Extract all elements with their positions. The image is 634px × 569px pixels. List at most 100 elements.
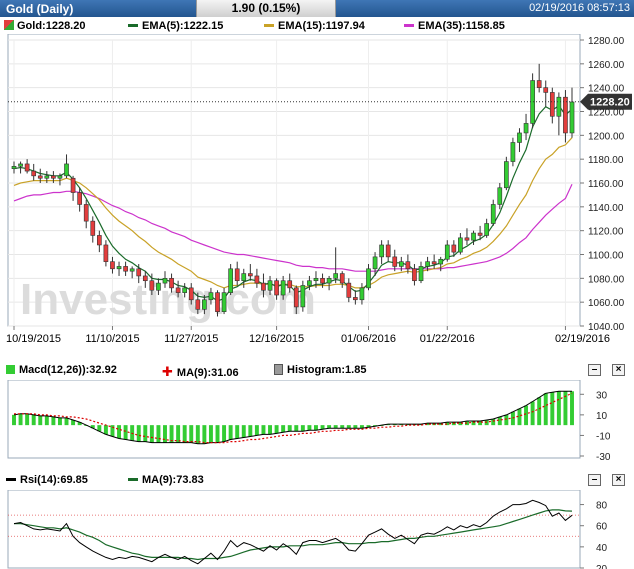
candle-body	[464, 237, 470, 241]
macd-minimize-button[interactable]: –	[588, 364, 601, 376]
macd-bar	[537, 397, 542, 426]
macd-bar	[117, 425, 122, 439]
macd-bar	[556, 391, 561, 426]
macd-close-button[interactable]: ×	[612, 364, 625, 376]
price-tick-label: 1220.00	[588, 108, 625, 119]
candle-body	[156, 282, 161, 291]
price-axis: 1040.00 1060.00 1080.00 1100.00 1120.00 1140.…	[580, 36, 625, 333]
candle-body	[280, 280, 286, 296]
candle-body	[484, 223, 489, 236]
rsi-axis: 80 60 40 20	[580, 501, 608, 569]
candle-body	[359, 287, 365, 301]
candle-body	[90, 220, 96, 236]
candle-body	[326, 278, 332, 284]
candle-body	[497, 187, 503, 205]
date-tick-label: 12/16/2015	[249, 333, 304, 345]
macd-swatch-icon	[6, 364, 15, 374]
price-tick-label: 1140.00	[588, 203, 624, 214]
macd-legend: Macd(12,26)):32.92 ✚ MA(9):31.06 Histogra…	[0, 362, 634, 379]
candle-body	[477, 232, 483, 236]
macd-bar	[143, 425, 148, 442]
macd-panel[interactable]: 30 10 -10 -30	[0, 380, 632, 460]
rsi-close-button[interactable]: ×	[612, 474, 625, 486]
macd-bar	[524, 405, 529, 426]
candle-body	[103, 244, 109, 262]
legend-macd-ma: ✚ MA(9):31.06	[162, 364, 239, 379]
candle-body	[274, 280, 279, 296]
macd-bar	[51, 416, 56, 426]
ema5-swatch-icon	[128, 23, 138, 27]
candle-body	[300, 285, 306, 308]
macd-bar	[31, 414, 36, 426]
rsi-panel[interactable]: 80 60 40 20	[0, 490, 632, 569]
macd-bar	[103, 425, 108, 435]
candle-body	[123, 266, 128, 272]
candle-body	[536, 80, 542, 88]
macd-bar	[274, 425, 279, 434]
date-axis: 10/19/2015 11/10/2015 11/27/2015 12/16/2015…	[6, 326, 610, 345]
candle-body	[523, 123, 529, 134]
candle-body	[549, 92, 555, 117]
candle-body	[444, 244, 450, 260]
candle-body	[379, 244, 384, 258]
macd-chart[interactable]: 30 10 -10 -30	[0, 380, 632, 460]
candle-body	[97, 235, 102, 246]
candle-body	[530, 80, 535, 124]
macd-bar	[215, 425, 220, 443]
legend-macd: Macd(12,26)):32.92	[6, 364, 117, 376]
rsi-minimize-button[interactable]: –	[588, 474, 601, 486]
price-change: 1.90 (0.15%)	[196, 0, 336, 17]
candle-body	[569, 101, 575, 134]
candle-body	[208, 292, 214, 301]
macd-bar	[530, 401, 535, 426]
candle-body	[392, 256, 398, 267]
main-legend: Gold:1228.20 EMA(5):1222.15 EMA(15):1197…	[0, 18, 634, 34]
ema15-swatch-icon	[264, 23, 274, 27]
rsi-tick-label: 60	[596, 522, 608, 533]
candle-body	[18, 163, 23, 167]
candle-body	[228, 268, 233, 293]
legend-rsi: Rsi(14):69.85	[6, 474, 88, 486]
macd-tick-label: -30	[596, 452, 611, 460]
macd-bar	[208, 425, 213, 443]
candle-body	[556, 96, 562, 117]
price-tick-label: 1160.00	[588, 179, 624, 190]
candle-body	[543, 87, 549, 93]
macd-bar	[222, 425, 227, 442]
candle-body	[458, 237, 463, 253]
candle-body	[405, 261, 411, 270]
instrument-title: Gold (Daily)	[6, 2, 74, 16]
macd-bar	[504, 414, 509, 426]
candle-body	[398, 261, 404, 267]
macd-bar	[491, 418, 496, 426]
macd-bar	[228, 425, 233, 440]
price-tick-label: 1100.00	[588, 251, 624, 262]
rsi-chart[interactable]: 80 60 40 20	[0, 490, 632, 569]
date-tick-label: 11/27/2015	[164, 333, 218, 345]
price-tick-label: 1240.00	[588, 84, 625, 95]
date-tick-label: 01/06/2016	[341, 333, 396, 345]
gold-swatch-icon	[4, 20, 14, 31]
price-tick-label: 1060.00	[588, 298, 625, 309]
macd-bar	[248, 425, 253, 437]
candle-body	[188, 287, 194, 301]
candle-body	[110, 261, 115, 270]
candle-body	[221, 292, 227, 312]
price-chart[interactable]: Investing.com 1228.20 1040.001060.001080…	[0, 34, 632, 352]
macd-bar	[294, 425, 299, 432]
ema35-swatch-icon	[404, 23, 414, 27]
candle	[300, 280, 306, 312]
histogram-swatch-icon	[274, 363, 283, 375]
legend-ema15: EMA(15):1197.94	[264, 20, 365, 32]
rsi-tick-label: 80	[596, 501, 608, 512]
candle-body	[431, 261, 437, 265]
price-chart-panel[interactable]: Investing.com 1228.20 1040.00 1060.00 1080…	[0, 34, 632, 352]
macd-bar	[300, 425, 305, 432]
timestamp: 02/19/2016 08:57:13	[529, 2, 630, 14]
macd-bar	[195, 425, 200, 444]
candle-body	[490, 204, 496, 224]
candle-body	[412, 268, 417, 282]
macd-bar	[64, 417, 69, 426]
macd-bar	[136, 425, 141, 442]
candle-body	[307, 280, 312, 286]
